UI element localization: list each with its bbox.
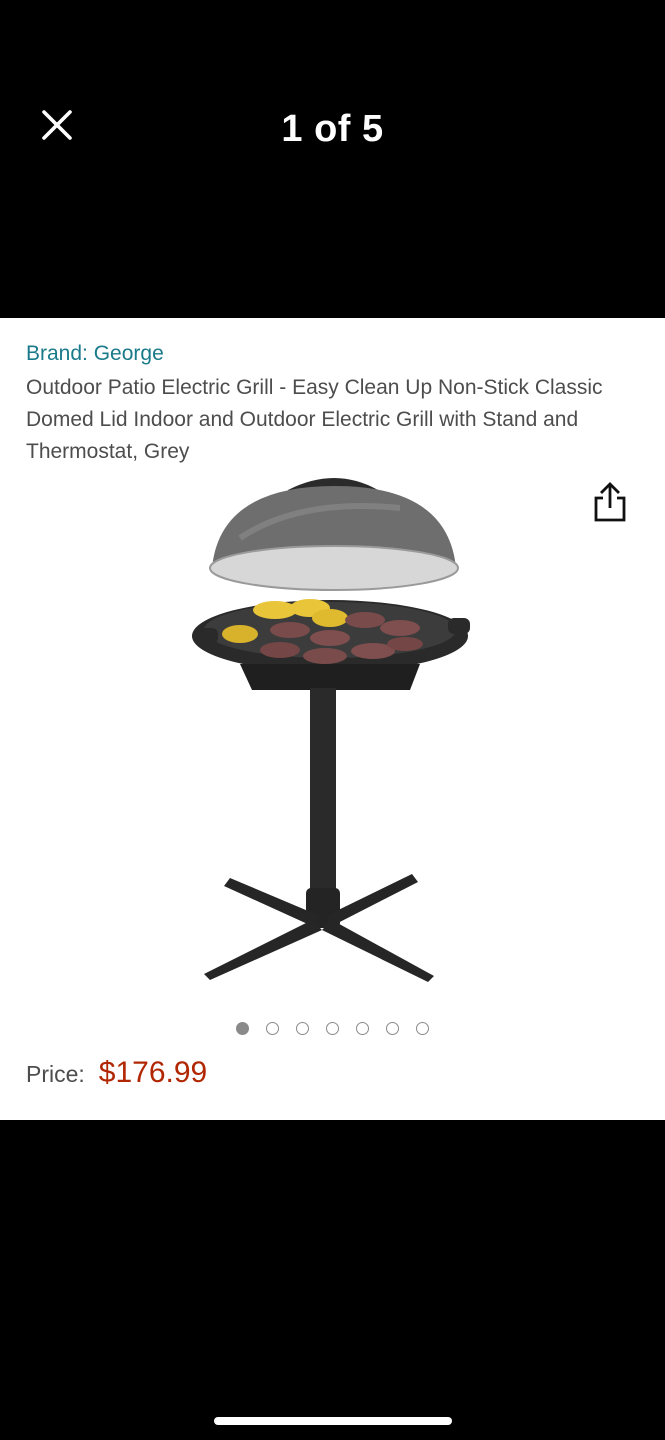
price-value: $176.99 <box>98 1056 208 1089</box>
home-indicator[interactable] <box>214 1417 452 1425</box>
grill-image[interactable] <box>180 468 490 988</box>
carousel-dot[interactable] <box>296 1022 309 1035</box>
price-row: Price: $176.99 <box>26 1056 207 1090</box>
viewer-header: 1 of 5 <box>0 0 665 318</box>
carousel-dot[interactable] <box>266 1022 279 1035</box>
product-card: Brand: George Outdoor Patio Electric Gri… <box>0 318 665 1120</box>
carousel-dot[interactable] <box>386 1022 399 1035</box>
brand-link[interactable]: Brand: George <box>26 342 164 366</box>
share-icon <box>594 482 626 522</box>
carousel-dot[interactable] <box>236 1022 249 1035</box>
image-counter: 1 of 5 <box>281 108 384 150</box>
carousel-dot[interactable] <box>326 1022 339 1035</box>
price-label: Price: <box>26 1061 85 1087</box>
product-title: Outdoor Patio Electric Grill - Easy Clea… <box>26 376 603 463</box>
carousel-dots <box>0 1022 665 1035</box>
share-button[interactable] <box>592 482 628 522</box>
carousel-dot[interactable] <box>416 1022 429 1035</box>
carousel-dot[interactable] <box>356 1022 369 1035</box>
